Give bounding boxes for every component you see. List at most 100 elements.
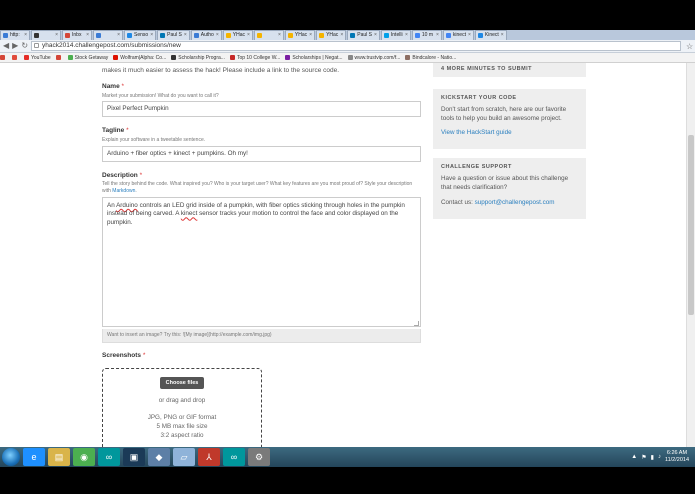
arduino-2-icon[interactable]: ∞ — [223, 448, 245, 466]
tab-close-icon[interactable]: × — [86, 31, 89, 40]
back-icon[interactable]: ◀ — [3, 40, 9, 52]
chrome-icon[interactable]: ◉ — [73, 448, 95, 466]
tab-close-icon[interactable]: × — [405, 31, 408, 40]
tab-close-icon[interactable]: × — [247, 31, 250, 40]
reload-icon[interactable]: ↻ — [21, 40, 28, 52]
bookmark-item[interactable]: Scholarship Progra... — [171, 55, 225, 61]
arduino-icon[interactable]: ∞ — [98, 448, 120, 466]
tab-favicon-icon — [477, 33, 483, 38]
flag-icon[interactable]: ⚑ — [641, 454, 646, 461]
support-title: CHALLENGE SUPPORT — [441, 164, 512, 170]
bookmark-label: Bindcalore - Natio... — [412, 54, 457, 61]
browser-tab[interactable]: Autho × — [190, 30, 222, 40]
tab-close-icon[interactable]: × — [309, 31, 312, 40]
tagline-input[interactable]: Arduino + fiber optics + kinect + pumpki… — [102, 146, 421, 162]
browser-tab[interactable]: Paul S × — [347, 30, 380, 40]
tab-label: Inbx — [72, 32, 82, 38]
scrollbar-thumb[interactable] — [688, 135, 694, 315]
name-input[interactable]: Pixel Perfect Pumpkin — [102, 101, 421, 117]
bookmark-favicon-icon — [113, 55, 119, 60]
browser-tab[interactable]: http: × — [0, 30, 30, 40]
arrow-up-icon[interactable]: ▲ — [631, 454, 637, 460]
forward-icon[interactable]: ▶ — [12, 40, 18, 52]
browser-tab[interactable]: Kinect × — [474, 30, 507, 40]
bookmark-item[interactable]: Top 10 College W... — [229, 54, 281, 61]
network-icon[interactable]: ▮ — [651, 454, 654, 461]
browser-tab[interactable]: kinect × — [442, 30, 474, 40]
choose-files-button[interactable]: Choose files — [159, 377, 205, 389]
internet-explorer-icon[interactable]: e — [23, 448, 45, 466]
tab-label: http: — [10, 32, 20, 38]
tab-close-icon[interactable]: × — [501, 31, 504, 40]
browser-tab[interactable]: × — [31, 30, 61, 40]
markdown-link[interactable]: Markdown — [112, 188, 135, 194]
file-explorer-icon[interactable]: ▤ — [48, 448, 70, 466]
bookmark-favicon-icon — [55, 55, 61, 60]
description-textarea[interactable]: An Arduino controls an LED grid inside o… — [102, 197, 421, 327]
tab-close-icon[interactable]: × — [55, 31, 58, 40]
browser-tab[interactable]: YHac × — [316, 30, 347, 40]
bookmark-favicon-icon — [67, 55, 73, 60]
bookmark-favicon-icon — [0, 55, 5, 60]
browser-tab[interactable]: YHac × — [284, 30, 316, 40]
browser-tab[interactable]: Inbx × — [62, 30, 92, 40]
settings-icon[interactable]: ⚙ — [248, 448, 270, 466]
size-text: 5 MB max file size — [156, 423, 208, 430]
tab-label: kinect — [452, 32, 466, 38]
page-icon — [34, 43, 40, 48]
screen-bottom — [0, 467, 695, 494]
tab-close-icon[interactable]: × — [216, 31, 219, 40]
tab-close-icon[interactable]: × — [184, 31, 187, 40]
bookmark-item[interactable] — [0, 55, 7, 60]
bookmark-item[interactable]: Scholarships | Negat... — [285, 54, 343, 61]
tab-close-icon[interactable]: × — [468, 31, 471, 40]
terminal-icon[interactable]: ▣ — [123, 448, 145, 466]
page-scrollbar[interactable] — [686, 63, 695, 447]
support-email-link[interactable]: support@challengepost.com — [475, 199, 555, 206]
address-bar[interactable]: yhack2014.challengepost.com/submissions/… — [31, 41, 682, 51]
bookmark-item[interactable]: www.trustvip.com/f... — [347, 55, 400, 61]
tab-close-icon[interactable]: × — [278, 31, 281, 40]
bookmark-item[interactable]: YouTube — [24, 55, 51, 61]
browser-tab[interactable]: Paul S × — [157, 30, 190, 40]
browser-tab[interactable]: × — [93, 30, 123, 40]
volume-icon[interactable]: ♪ — [658, 454, 661, 460]
tab-close-icon[interactable]: × — [150, 31, 153, 40]
tab-close-icon[interactable]: × — [117, 31, 120, 40]
app-icon[interactable]: ◆ — [148, 448, 170, 466]
tab-label: 10 m — [421, 32, 434, 38]
tab-close-icon[interactable]: × — [374, 31, 377, 40]
bookmark-label: Top 10 College W... — [236, 54, 281, 61]
notes-icon[interactable]: ▱ — [173, 448, 195, 466]
star-icon[interactable]: ☆ — [686, 42, 693, 51]
screenshot-dropzone[interactable]: Choose files or drag and drop JPG, PNG o… — [102, 368, 262, 447]
aspect-text: 3:2 aspect ratio — [160, 432, 204, 439]
bookmark-item[interactable]: Bindcalore - Natio... — [405, 55, 456, 61]
tab-label: Paul S — [357, 32, 372, 38]
bookmark-item[interactable]: Wolfram|Alpha: Co... — [113, 55, 166, 61]
start-button[interactable] — [2, 448, 20, 466]
tab-favicon-icon — [414, 33, 420, 38]
tab-close-icon[interactable]: × — [436, 31, 439, 40]
tab-close-icon[interactable]: × — [340, 31, 343, 40]
bookmark-label: Wolfram|Alpha: Co... — [120, 54, 167, 61]
clock[interactable]: 6:26 AM 11/2/2014 — [665, 450, 689, 464]
support-box: CHALLENGE SUPPORT Have a question or iss… — [433, 158, 586, 219]
browser-tab[interactable]: × — [253, 30, 284, 40]
browser-tab-strip: http: × × Inbx × × Senso × Paul S × Autho × YHac × × YH… — [0, 30, 695, 40]
tab-favicon-icon — [127, 33, 132, 38]
bookmark-item[interactable]: Stock Getaway — [67, 55, 108, 61]
screenshots-label: Screenshots * — [102, 352, 146, 359]
browser-tab[interactable]: YHac × — [222, 30, 253, 40]
resize-handle[interactable] — [414, 321, 419, 326]
browser-tab[interactable]: 10 m × — [411, 30, 442, 40]
description-label: Description * — [102, 172, 143, 179]
browser-tab[interactable]: Senso × — [124, 30, 157, 40]
tab-close-icon[interactable]: × — [24, 31, 27, 40]
bookmark-label: Scholarships | Negat... — [292, 54, 343, 61]
browser-tab[interactable]: Intelli × — [380, 30, 411, 40]
acrobat-icon[interactable]: ⅄ — [198, 448, 220, 466]
bookmark-item[interactable] — [12, 55, 19, 60]
hackstart-guide-link[interactable]: View the HackStart guide — [441, 129, 578, 136]
bookmark-item[interactable] — [55, 55, 63, 60]
